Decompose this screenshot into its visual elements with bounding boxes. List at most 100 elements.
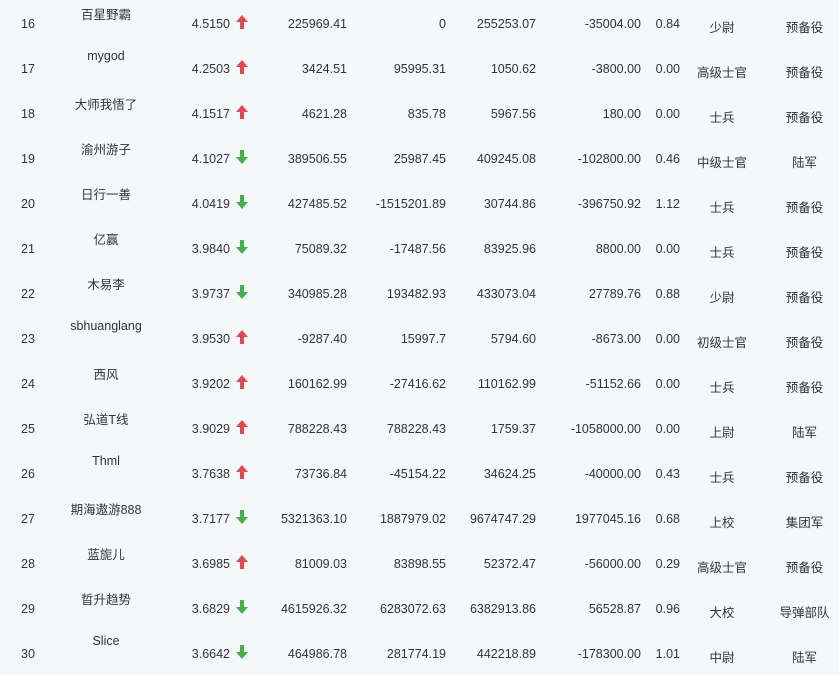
arrow-up-icon (236, 375, 248, 389)
unit-cell: 预备役 (785, 201, 824, 215)
name-cell[interactable]: 大师我悟了 (50, 94, 162, 113)
value-col-1: 464986.78 (287, 647, 347, 661)
rank-cell: 27 (21, 512, 35, 526)
score-cell: 3.9737 (191, 287, 230, 301)
value-col-2: 15997.7 (400, 332, 446, 346)
rank-title-cell: 士兵 (709, 246, 735, 260)
unit-cell: 导弹部队 (779, 606, 830, 620)
value-col-1: 160162.99 (287, 377, 347, 391)
table-row[interactable]: 28 蓝旎儿 3.6985 81009.03 83898.55 52372.47 -5600… (0, 540, 839, 585)
arrow-down-icon (236, 150, 248, 164)
table-row[interactable]: 30 Slice 3.6642 464986.78 281774.19 442218.89… (0, 630, 839, 675)
value-col-3: 5967.56 (490, 107, 536, 121)
name-cell[interactable]: 木易李 (50, 274, 162, 293)
name-cell[interactable]: 蓝旎儿 (50, 544, 162, 563)
name-cell[interactable]: 渝州游子 (50, 139, 162, 158)
table-row[interactable]: 22 木易李 3.9737 340985.28 193482.93 433073.04 27… (0, 270, 839, 315)
ratio-cell: 1.12 (655, 197, 680, 211)
unit-cell: 预备役 (785, 381, 824, 395)
value-col-4: 56528.87 (588, 602, 641, 616)
value-col-4: -35004.00 (584, 17, 641, 31)
table-row[interactable]: 21 亿赢 3.9840 75089.32 -17487.56 83925.96 8800.… (0, 225, 839, 270)
value-col-1: 225969.41 (287, 17, 347, 31)
value-col-3: 30744.86 (483, 197, 536, 211)
ratio-cell: 0.68 (655, 512, 680, 526)
name-cell[interactable]: Slice (50, 634, 162, 648)
table-row[interactable]: 25 弘道T线 3.9029 788228.43 788228.43 1759.37 -10… (0, 405, 839, 450)
name-cell[interactable]: 西风 (50, 364, 162, 383)
rank-title-cell: 士兵 (709, 111, 735, 125)
value-col-3: 6382913.86 (469, 602, 536, 616)
value-col-4: -51152.66 (585, 377, 641, 391)
table-row[interactable]: 19 渝州游子 4.1027 389506.55 25987.45 409245.08 -1… (0, 135, 839, 180)
value-col-3: 1050.62 (490, 62, 536, 76)
score-cell: 4.0419 (191, 197, 230, 211)
unit-cell: 预备役 (785, 21, 824, 35)
arrow-down-icon (236, 645, 248, 659)
value-col-3: 52372.47 (483, 557, 536, 571)
rank-cell: 25 (21, 422, 35, 436)
table-row[interactable]: 17 mygod 4.2503 3424.51 95995.31 1050.62 -3800… (0, 45, 839, 90)
name-cell[interactable]: 晢升趋势 (50, 589, 162, 608)
arrow-up-icon (236, 60, 248, 74)
rank-title-cell: 少尉 (709, 21, 735, 35)
rank-cell: 16 (21, 17, 35, 31)
name-cell[interactable]: Thml (50, 454, 162, 468)
table-row[interactable]: 26 Thml 3.7638 73736.84 -45154.22 34624.25 -40… (0, 450, 839, 495)
table-row[interactable]: 20 日行一善 4.0419 427485.52 -1515201.89 30744.86… (0, 180, 839, 225)
value-col-1: 3424.51 (301, 62, 347, 76)
score-cell: 4.1517 (191, 107, 230, 121)
rank-title-cell: 中级士官 (696, 156, 747, 170)
rank-cell: 20 (21, 197, 35, 211)
value-col-4: -56000.00 (584, 557, 641, 571)
score-cell: 3.6642 (191, 647, 230, 661)
ratio-cell: 0.88 (655, 287, 680, 301)
value-col-1: 4615926.32 (280, 602, 347, 616)
value-col-3: 34624.25 (483, 467, 536, 481)
rank-title-cell: 中尉 (709, 651, 735, 665)
rank-title-cell: 高级士官 (696, 66, 747, 80)
ratio-cell: 0.00 (655, 62, 680, 76)
value-col-3: 5794.60 (490, 332, 536, 346)
table-row[interactable]: 27 期海遨游888 3.7177 5321363.10 1887979.02 96747… (0, 495, 839, 540)
table-row[interactable]: 16 百星野霸 4.5150 225969.41 0 255253.07 -35004.00… (0, 0, 839, 45)
arrow-down-icon (236, 600, 248, 614)
ratio-cell: 0.00 (655, 107, 680, 121)
name-cell[interactable]: 百星野霸 (50, 4, 162, 23)
value-col-2: 95995.31 (393, 62, 446, 76)
value-col-2: 788228.43 (386, 422, 446, 436)
arrow-down-icon (236, 285, 248, 299)
rank-title-cell: 上尉 (709, 426, 735, 440)
ratio-cell: 1.01 (655, 647, 680, 661)
value-col-1: 5321363.10 (280, 512, 347, 526)
value-col-4: -1058000.00 (570, 422, 641, 436)
value-col-1: 788228.43 (287, 422, 347, 436)
name-cell[interactable]: 日行一善 (50, 184, 162, 203)
arrow-down-icon (236, 510, 248, 524)
name-cell[interactable]: sbhuanglang (50, 319, 162, 333)
unit-cell: 预备役 (785, 291, 824, 305)
rank-title-cell: 士兵 (709, 381, 735, 395)
value-col-4: -178300.00 (577, 647, 641, 661)
value-col-4: 27789.76 (588, 287, 641, 301)
table-row[interactable]: 29 晢升趋势 3.6829 4615926.32 6283072.63 6382913.… (0, 585, 839, 630)
rank-title-cell: 士兵 (709, 201, 735, 215)
table-row[interactable]: 24 西风 3.9202 160162.99 -27416.62 110162.99 -51… (0, 360, 839, 405)
rank-cell: 28 (21, 557, 35, 571)
name-cell[interactable]: 亿赢 (50, 229, 162, 248)
name-cell[interactable]: mygod (50, 49, 162, 63)
name-cell[interactable]: 弘道T线 (50, 409, 162, 428)
ratio-cell: 0.00 (655, 242, 680, 256)
name-cell[interactable]: 期海遨游888 (50, 499, 162, 518)
rank-cell: 29 (21, 602, 35, 616)
ratio-cell: 0.00 (655, 332, 680, 346)
value-col-2: 0 (439, 17, 446, 31)
rank-title-cell: 士兵 (709, 471, 735, 485)
table-row[interactable]: 18 大师我悟了 4.1517 4621.28 835.78 5967.56 180.00 0… (0, 90, 839, 135)
table-row[interactable]: 23 sbhuanglang 3.9530 -9287.40 15997.7 5794.6… (0, 315, 839, 360)
value-col-2: 835.78 (407, 107, 446, 121)
value-col-4: 1977045.16 (574, 512, 641, 526)
value-col-3: 255253.07 (476, 17, 536, 31)
score-cell: 4.5150 (191, 17, 230, 31)
arrow-down-icon (236, 240, 248, 254)
